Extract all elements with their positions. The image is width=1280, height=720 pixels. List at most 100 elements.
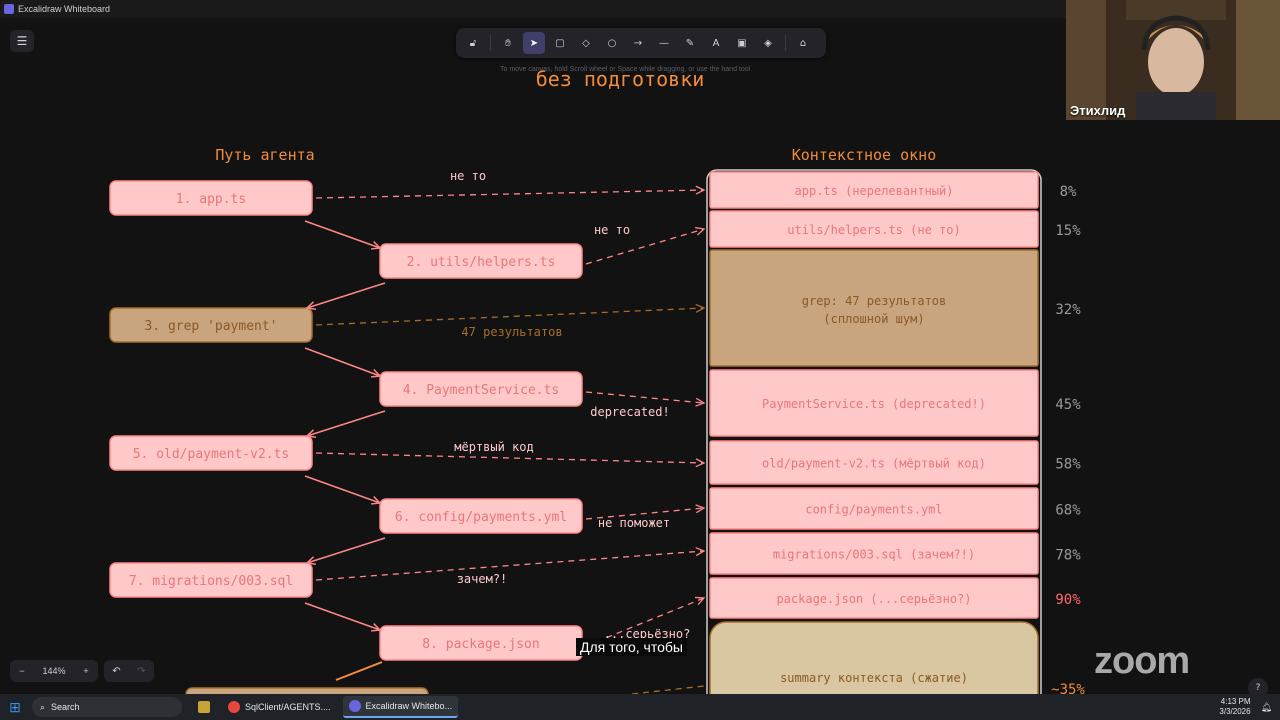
context-row-label-3: grep: 47 результатов [802, 294, 947, 308]
help-icon: ? [1255, 683, 1261, 693]
agent-step-label-8: 8. package.json [422, 637, 539, 652]
arrow-label-7: зачем?! [457, 572, 508, 586]
taskbar-time: 4:13 PM [1220, 697, 1251, 706]
lock-tool-button[interactable]: 🔓︎ [462, 32, 484, 54]
text-tool-button[interactable]: A [705, 32, 727, 54]
context-row-percent-4: 45% [1055, 397, 1081, 413]
eraser-icon: ◈ [764, 37, 772, 49]
context-row-percent-2: 15% [1055, 223, 1081, 239]
flow-arrow [304, 220, 381, 249]
context-arrow [315, 307, 705, 326]
line-icon: — [659, 37, 669, 49]
context-row-percent-9: ~35% [1051, 682, 1085, 694]
zoom-out-button[interactable]: − [10, 660, 34, 682]
webcam-participant-name: Этихлид [1070, 103, 1126, 118]
agent-step-label-5: 5. old/payment-v2.ts [133, 447, 290, 462]
toolbar: 🔓︎ ✋︎ ➤ ▢ ◇ ○ → — ✎ A ▣ ◈ ⌂ [456, 28, 826, 58]
system-tray: 4:13 PM 3/3/2026 🔔︎ [1219, 694, 1272, 720]
agent-step-label-4: 4. PaymentService.ts [403, 383, 560, 398]
taskbar-apps: SqlClient/AGENTS.... Excalidraw Whitebo..… [216, 696, 459, 718]
rectangle-tool-button[interactable]: ▢ [549, 32, 571, 54]
context-row-percent-7: 78% [1055, 548, 1081, 564]
context-row-percent-1: 8% [1060, 184, 1077, 200]
zoom-reset-button[interactable]: 144% [34, 660, 74, 682]
agent-step-label-6: 6. config/payments.yml [395, 510, 567, 525]
right-column-title: Контекстное окно [792, 146, 937, 164]
arrow-label-2: не то [594, 223, 630, 237]
context-row-label-6: config/payments.yml [805, 503, 942, 517]
file-explorer-icon[interactable] [192, 696, 216, 718]
arrow-label-6: не поможет [598, 516, 670, 530]
context-row-percent-8: 90% [1055, 592, 1081, 608]
context-row-percent-6: 68% [1055, 503, 1081, 519]
context-row-label-1: app.ts (нерелевантный) [795, 184, 954, 198]
context-arrow [631, 685, 705, 694]
flow-arrow [306, 410, 386, 437]
rectangle-icon: ▢ [555, 37, 565, 49]
webcam-video [1066, 0, 1280, 120]
zoom-in-button[interactable]: + [74, 660, 98, 682]
windows-start-icon[interactable]: ⊞ [0, 694, 30, 720]
toolbar-separator [785, 35, 786, 51]
flow-arrow [306, 282, 386, 309]
undo-icon[interactable]: ↶ [104, 666, 129, 677]
flow-arrow-final [335, 661, 383, 681]
arrow-label-1: не то [450, 169, 486, 183]
zoom-controls: − 144% + [10, 660, 98, 682]
subtitle-caption: Для того, чтобы [576, 638, 687, 656]
windows-taskbar: ⊞ ⌕ Search SqlClient/AGENTS.... Excalidra… [0, 694, 1280, 720]
taskbar-search-label: Search [51, 702, 80, 712]
app-icon [228, 701, 240, 713]
window-title: Excalidraw Whiteboard [18, 4, 111, 14]
arrow-label-5: мёртвый код [454, 440, 533, 454]
hamburger-icon: ☰ [16, 34, 28, 48]
hand-tool-button[interactable]: ✋︎ [497, 32, 519, 54]
ellipse-tool-button[interactable]: ○ [601, 32, 623, 54]
help-button[interactable]: ? [1248, 678, 1268, 694]
context-row-label-7: migrations/003.sql (зачем?!) [773, 548, 975, 562]
redo-icon[interactable]: ↷ [129, 666, 154, 677]
context-row-label-4: PaymentService.ts (deprecated!) [762, 397, 986, 411]
eraser-tool-button[interactable]: ◈ [757, 32, 779, 54]
text-icon: A [712, 37, 720, 49]
arrow-label-4: deprecated! [590, 405, 669, 419]
taskbar-app-label: Excalidraw Whitebo... [365, 701, 453, 711]
notification-bell-icon[interactable]: 🔔︎ [1261, 702, 1272, 713]
diamond-tool-button[interactable]: ◇ [575, 32, 597, 54]
main-menu-button[interactable]: ☰ [10, 30, 34, 52]
selection-tool-button[interactable]: ➤ [523, 32, 545, 54]
draw-icon: ✎ [685, 37, 695, 49]
webcam-image [1066, 0, 1280, 120]
taskbar-app-label: SqlClient/AGENTS.... [245, 702, 331, 712]
extra-tools-button[interactable]: ⌂ [792, 32, 814, 54]
diamond-icon: ◇ [582, 37, 590, 49]
context-row-label-8: package.json (...серьёзно?) [776, 592, 971, 606]
context-row-sublabel-3: (сплошной шум) [823, 312, 924, 326]
arrow-icon: → [633, 37, 643, 49]
context-row-percent-5: 58% [1055, 457, 1081, 473]
search-icon: ⌕ [40, 701, 46, 712]
line-tool-button[interactable]: — [653, 32, 675, 54]
taskbar-app-0[interactable]: SqlClient/AGENTS.... [222, 696, 337, 718]
folder-icon [198, 701, 210, 713]
context-arrow [315, 452, 705, 464]
taskbar-app-1[interactable]: Excalidraw Whitebo... [342, 696, 459, 718]
draw-tool-button[interactable]: ✎ [679, 32, 701, 54]
image-tool-button[interactable]: ▣ [731, 32, 753, 54]
app-icon [348, 700, 361, 712]
arrow-tool-button[interactable]: → [627, 32, 649, 54]
excalidraw-logo-icon [4, 4, 14, 14]
context-arrow [315, 189, 705, 199]
context-row-label-5: old/payment-v2.ts (мёртвый код) [762, 457, 986, 471]
ellipse-icon: ○ [607, 37, 617, 49]
arrow-label-3: 47 результатов [461, 325, 562, 339]
context-arrow [585, 391, 705, 404]
image-icon: ▣ [737, 37, 747, 49]
canvas-hint: To move canvas, hold Scroll wheel or Spa… [500, 66, 751, 73]
taskbar-search[interactable]: ⌕ Search [32, 697, 182, 717]
context-arrowhead [694, 596, 706, 606]
agent-step-label-1: 1. app.ts [176, 192, 246, 207]
flow-arrow [304, 347, 381, 377]
flow-arrow [306, 537, 386, 564]
context-row-3[interactable] [709, 249, 1039, 367]
